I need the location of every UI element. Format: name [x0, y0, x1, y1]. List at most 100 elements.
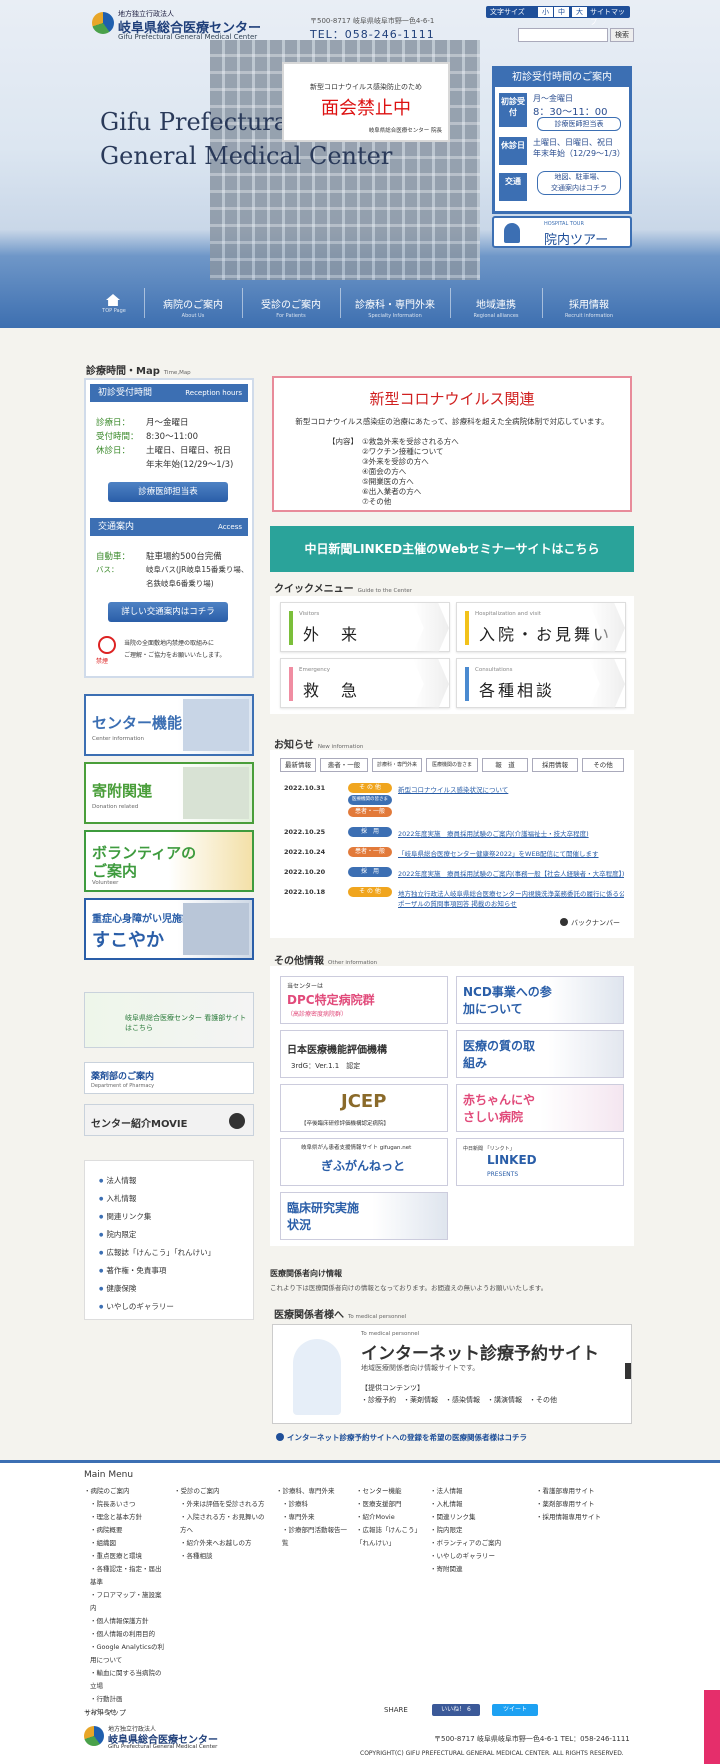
hours-doctor-button[interactable]: 診療医師担当表: [537, 117, 621, 131]
footer-link[interactable]: 法人情報: [430, 1485, 506, 1498]
doctor-schedule-button[interactable]: 診療医師担当表: [108, 482, 228, 502]
jcqhc-banner[interactable]: 日本医療機能評価機構 3rdG：Ver.1.1 認定: [280, 1030, 448, 1078]
footer-link[interactable]: ボランティアのご案内: [430, 1537, 506, 1550]
link-health[interactable]: 健康保険: [99, 1283, 136, 1294]
search-input[interactable]: [518, 28, 608, 42]
linked-banner[interactable]: 中日新聞 「リンクト」 LINKED PRESENTS: [456, 1138, 624, 1186]
footer-link[interactable]: 寄附関連: [430, 1563, 506, 1576]
footer-link[interactable]: 個人情報の利用目的: [90, 1628, 166, 1641]
footer-link[interactable]: 入札情報: [430, 1498, 506, 1511]
news-tab-patients[interactable]: 患者・一般: [320, 758, 368, 772]
logo-mark-icon[interactable]: [92, 12, 114, 34]
side-tab[interactable]: [704, 1690, 720, 1764]
footer-link[interactable]: 個人情報保護方針: [90, 1615, 166, 1628]
quick-consultation[interactable]: Consultations 各種相談: [456, 658, 626, 709]
footer-link[interactable]: いやしのギャラリー: [430, 1550, 506, 1563]
footer-link[interactable]: 紹介Movie: [356, 1511, 424, 1524]
hospital-tour-button[interactable]: HOSPITAL TOUR 院内ツアー: [492, 216, 632, 248]
font-large-button[interactable]: 大: [572, 7, 587, 17]
nav-regional[interactable]: 地域連携 Regional alliances: [450, 282, 542, 324]
quality-banner[interactable]: 医療の質の取組み: [456, 1030, 624, 1078]
footer-link[interactable]: 入院される方・お見舞いの方へ: [180, 1511, 266, 1537]
footer-link[interactable]: 専門外来: [282, 1511, 352, 1524]
pharmacy-banner[interactable]: 薬剤部のご案内 Department of Pharmacy: [84, 1062, 254, 1094]
quick-outpatient[interactable]: Visitors 外 来: [280, 602, 450, 653]
news-tab-institutions[interactable]: 医療機関の皆さま: [426, 758, 478, 772]
link-internal[interactable]: 院内限定: [99, 1229, 136, 1240]
footer-link[interactable]: 組織図: [90, 1537, 166, 1550]
sitemap-link[interactable]: サイトマップ: [590, 7, 630, 27]
font-medium-button[interactable]: 中: [554, 7, 569, 17]
footer-link[interactable]: 診療科: [282, 1498, 352, 1511]
facebook-like-button[interactable]: いいね！ 6: [432, 1704, 480, 1716]
news-item[interactable]: 2022.10.18 そ の 他地方独立行政法人岐阜県総合医療センター内視鏡洗浄業…: [284, 886, 624, 914]
news-tab-other[interactable]: その他: [582, 758, 624, 772]
footer-link[interactable]: 薬剤部専用サイト: [536, 1498, 636, 1511]
baby-friendly-banner[interactable]: 赤ちゃんにやさしい病院: [456, 1084, 624, 1132]
footer-link[interactable]: 紹介外来へお越しの方: [180, 1537, 266, 1550]
nav-patients[interactable]: 受診のご案内 For Patients: [242, 282, 340, 324]
sukoyaka-banner[interactable]: 重症心身障がい児施設 すこやか: [84, 898, 254, 960]
news-item[interactable]: 2022.10.24 患者・一般 「岐阜県総合医療センター健康祭2022」をWEB配…: [284, 846, 624, 862]
clinical-research-banner[interactable]: 臨床研究実施状況: [280, 1192, 448, 1240]
rsv-register-link[interactable]: インターネット診療予約サイトへの登録を希望の医療関係者様はコチラ: [276, 1432, 527, 1443]
link-pr[interactable]: 広報誌「けんこう」「れんけい」: [99, 1247, 215, 1258]
footer-link[interactable]: 受診のご案内: [174, 1485, 266, 1498]
nursing-site-banner[interactable]: 岐阜県総合医療センター 看護部サイトはこちら: [84, 992, 254, 1048]
center-function-banner[interactable]: センター機能 Center information: [84, 694, 254, 756]
footer-link[interactable]: 重点医療と環境: [90, 1550, 166, 1563]
volunteer-banner[interactable]: ボランティアの ご案内 Volunteer: [84, 830, 254, 892]
footer-link[interactable]: 各種相談: [180, 1550, 266, 1563]
covid-item-7[interactable]: ⑦その他: [362, 496, 391, 507]
quick-emergency[interactable]: Emergency 救 急: [280, 658, 450, 709]
font-small-button[interactable]: 小: [538, 7, 553, 17]
reservation-site-banner[interactable]: To medical personnel インターネット診療予約サイト 地域医療…: [272, 1324, 632, 1424]
footer-link[interactable]: 行動計画: [90, 1693, 166, 1706]
traffic-button[interactable]: 地図、駐車場、 交通案内はコチラ: [537, 171, 621, 195]
news-tab-press[interactable]: 報 道: [482, 758, 528, 772]
footer-link[interactable]: 輸血に関する当病院の立場: [90, 1667, 166, 1693]
footer-link[interactable]: 院内限定: [430, 1524, 506, 1537]
link-related[interactable]: 関連リンク集: [99, 1211, 151, 1222]
footer-link[interactable]: 関連リンク集: [430, 1511, 506, 1524]
footer-link[interactable]: 医療支援部門: [356, 1498, 424, 1511]
footer-sitemap-link[interactable]: サイトマップ: [84, 1708, 126, 1718]
back-number-link[interactable]: バックナンバー: [560, 918, 620, 928]
news-tab-recruit[interactable]: 採用情報: [532, 758, 578, 772]
ncd-banner[interactable]: NCD事業への参加について: [456, 976, 624, 1024]
footer-link[interactable]: Google Analyticsの利用について: [90, 1641, 166, 1667]
covid-box[interactable]: 新型コロナウイルス関連 新型コロナウイルス感染症の治療にあたって、診療科を超えた…: [272, 376, 632, 512]
footer-link[interactable]: 院長あいさつ: [90, 1498, 166, 1511]
footer-link[interactable]: 病院概要: [90, 1524, 166, 1537]
footer-link[interactable]: 理念と基本方針: [90, 1511, 166, 1524]
footer-link[interactable]: 診療部門活動報告一覧: [282, 1524, 352, 1550]
news-item[interactable]: 2022.10.25 採 用 2022年度実施 療員採用試験のご案内(介護福祉士・技…: [284, 826, 624, 842]
link-copyright[interactable]: 著作権・免責事項: [99, 1265, 166, 1276]
link-bid[interactable]: 入札情報: [99, 1193, 136, 1204]
nav-top[interactable]: TOP Page: [84, 282, 144, 324]
search-button[interactable]: 検索: [610, 28, 634, 42]
dpc-banner[interactable]: 当センターは DPC特定病院群 （高診療密度病院群）: [280, 976, 448, 1024]
jcep-banner[interactable]: JCEP 【卒後臨床研修評価機構認定病院】: [280, 1084, 448, 1132]
news-item[interactable]: 2022.10.20 採 用 2022年度実施 療員採用試験のご案内(事務一般【社会…: [284, 866, 624, 882]
link-corporation[interactable]: 法人情報: [99, 1175, 136, 1186]
footer-link[interactable]: 外来は評価を受診される方: [180, 1498, 266, 1511]
news-tab-specialty[interactable]: 診療科・専門外来: [372, 758, 422, 772]
nav-about[interactable]: 病院のご案内 About Us: [144, 282, 242, 324]
footer-link[interactable]: フロアマップ・施設案内: [90, 1589, 166, 1615]
quick-inpatient[interactable]: Hospitalization and visit 入院・お見舞い: [456, 602, 626, 653]
footer-link[interactable]: 採用情報専用サイト: [536, 1511, 636, 1524]
footer-link[interactable]: 看護部専用サイト: [536, 1485, 636, 1498]
link-gallery[interactable]: いやしのギャラリー: [99, 1301, 174, 1312]
footer-link[interactable]: 各種認定・指定・届出基準: [90, 1563, 166, 1589]
movie-banner[interactable]: センター紹介MOVIE: [84, 1104, 254, 1136]
footer-link[interactable]: 広報誌「けんこう」「れんけい」: [356, 1524, 424, 1550]
nav-recruit[interactable]: 採用情報 Recruit information: [542, 282, 636, 324]
footer-logo-icon[interactable]: [84, 1726, 104, 1746]
footer-link[interactable]: センター機能: [356, 1485, 424, 1498]
tweet-button[interactable]: ツイート: [492, 1704, 538, 1716]
footer-link[interactable]: 診療科、専門外来: [276, 1485, 352, 1498]
donation-banner[interactable]: 寄附関連 Donation related: [84, 762, 254, 824]
seminar-banner[interactable]: 中日新聞LINKED主催のWebセミナーサイトはこちら: [270, 526, 634, 572]
nav-specialty[interactable]: 診療科・専門外来 Specialty Information: [340, 282, 450, 324]
